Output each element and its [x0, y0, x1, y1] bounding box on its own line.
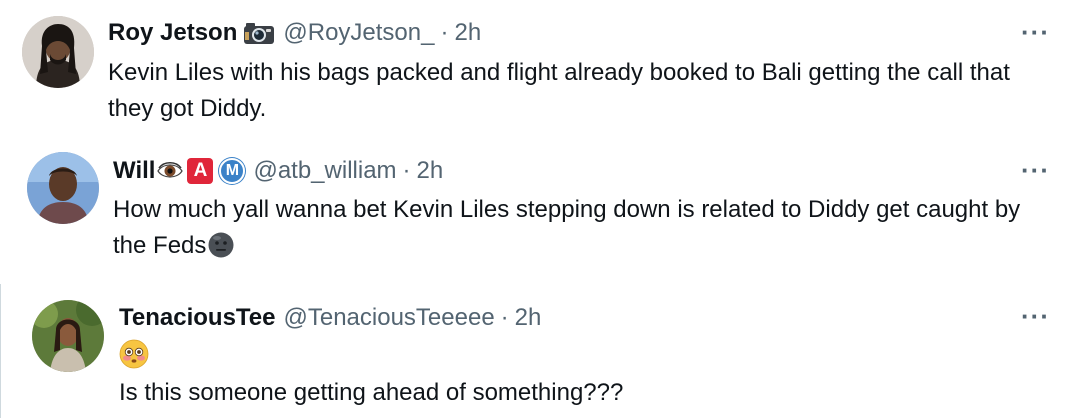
avatar[interactable]: [27, 152, 99, 224]
separator-dot: ·: [500, 304, 509, 331]
emoji-line: [119, 339, 1059, 375]
user-handle[interactable]: @TenaciousTeeeee: [284, 303, 495, 333]
more-options-icon[interactable]: ···: [1021, 157, 1050, 183]
flushed-face-emoji-icon: [119, 339, 149, 369]
tweet[interactable]: Roy Jetson @RoyJetson_ · 2h ··· Kevin Li…: [0, 0, 1080, 134]
avatar[interactable]: [32, 300, 104, 372]
timestamp[interactable]: 2h: [417, 156, 444, 186]
tweet-header: Will A M @atb_william · 2h: [113, 156, 443, 186]
more-options-icon[interactable]: ···: [1021, 303, 1050, 329]
tweet-header: TenaciousTee @TenaciousTeeeee · 2h: [119, 303, 541, 333]
user-handle[interactable]: @atb_william: [253, 156, 396, 186]
reply-feed: Roy Jetson @RoyJetson_ · 2h ··· Kevin Li…: [0, 0, 1080, 418]
separator-dot: ·: [402, 157, 411, 184]
tweet-header: Roy Jetson @RoyJetson_ · 2h: [108, 18, 481, 48]
a-badge-icon: A: [187, 158, 214, 184]
display-name[interactable]: TenaciousTee: [119, 303, 276, 333]
avatar-photo: [32, 300, 104, 372]
display-name[interactable]: Roy Jetson: [108, 18, 237, 48]
neutral-dark-face-emoji-icon: [208, 232, 234, 258]
display-name[interactable]: Will: [113, 156, 155, 186]
m-badge-icon: M: [219, 158, 246, 184]
user-handle[interactable]: @RoyJetson_: [283, 18, 434, 48]
timestamp[interactable]: 2h: [515, 303, 542, 333]
tweet-body: How much yall wanna bet Kevin Liles step…: [113, 192, 1053, 264]
avatar-photo: [22, 16, 94, 88]
tweet-text: Is this someone getting ahead of somethi…: [119, 379, 624, 406]
tweet-text: Kevin Liles with his bags packed and fli…: [108, 59, 1010, 122]
timestamp[interactable]: 2h: [454, 18, 481, 48]
eye-emoji-icon: [157, 159, 184, 183]
separator-dot: ·: [440, 19, 449, 46]
tweet-body: Is this someone getting ahead of somethi…: [119, 339, 1059, 411]
avatar-photo: [27, 152, 99, 224]
avatar[interactable]: [22, 16, 94, 88]
camera-emoji-icon: [243, 21, 275, 45]
tweet-text: How much yall wanna bet Kevin Liles step…: [113, 196, 1021, 259]
tweet[interactable]: TenaciousTee @TenaciousTeeeee · 2h ··· I…: [0, 284, 1080, 418]
tweet[interactable]: Will A M @atb_william · 2h ··· How much …: [0, 134, 1080, 284]
more-options-icon[interactable]: ···: [1021, 19, 1050, 45]
